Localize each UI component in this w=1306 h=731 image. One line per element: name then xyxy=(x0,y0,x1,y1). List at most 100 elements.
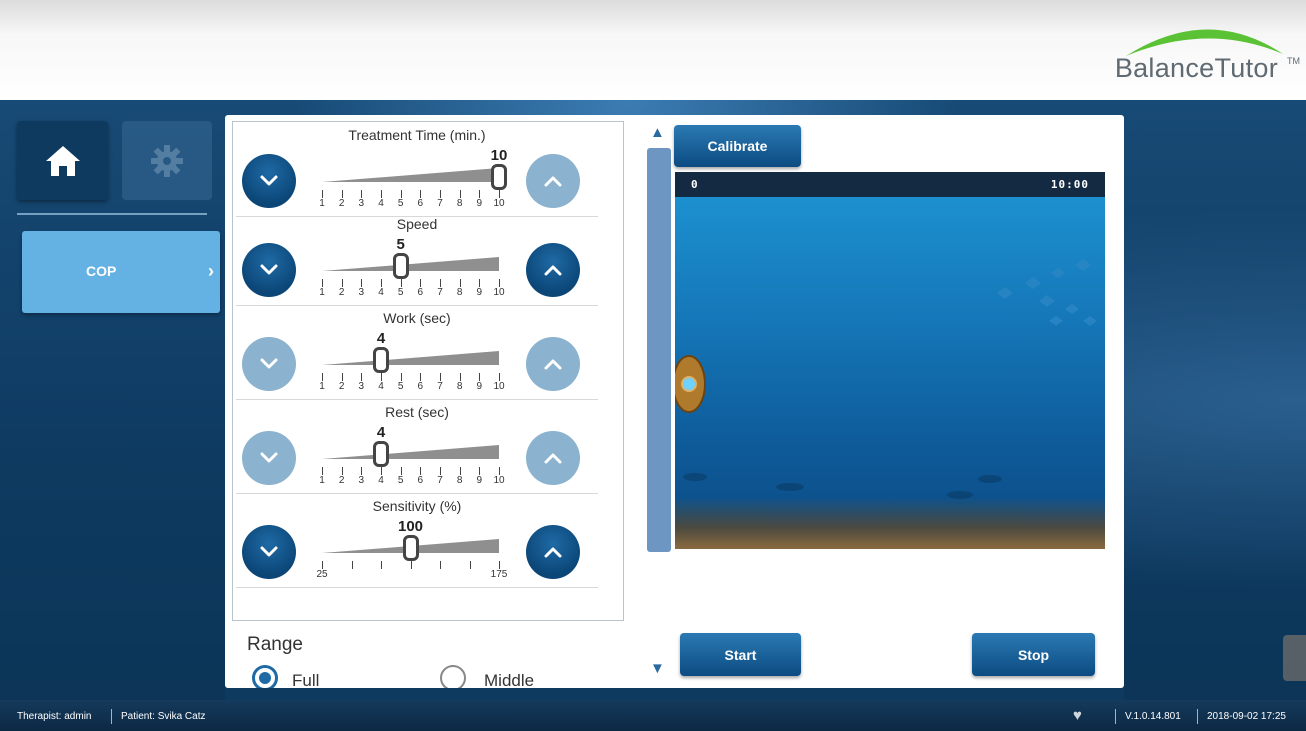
tick-mark xyxy=(479,279,481,287)
stop-button[interactable]: Stop xyxy=(972,633,1095,676)
decrease-button[interactable] xyxy=(242,154,296,208)
sidebar-item-label: COP xyxy=(86,263,117,279)
tick-mark xyxy=(479,467,481,475)
param-title: Sensitivity (%) xyxy=(372,498,462,514)
datetime-label: 2018-09-02 17:25 xyxy=(1207,711,1286,722)
increase-button[interactable] xyxy=(526,431,580,485)
version-label: V.1.0.14.801 xyxy=(1125,711,1181,722)
tick-mark xyxy=(459,373,461,381)
param-value: 10 xyxy=(490,147,508,164)
home-button[interactable] xyxy=(17,121,108,200)
game-hud: 0 10:00 xyxy=(675,172,1105,197)
tick-label: 1 xyxy=(319,475,325,486)
slider-track[interactable] xyxy=(322,253,499,275)
increase-button[interactable] xyxy=(526,243,580,297)
tick-label: 9 xyxy=(476,198,483,209)
start-button[interactable]: Start xyxy=(680,633,801,676)
sidebar-item-cop[interactable]: COP › xyxy=(22,231,220,313)
slider-thumb[interactable] xyxy=(392,253,409,279)
tick-mark xyxy=(499,561,500,569)
chevron-down-icon xyxy=(260,452,278,463)
game-score: 0 xyxy=(691,178,698,191)
tick-mark xyxy=(400,279,402,287)
tick-mark xyxy=(499,190,500,198)
status-separator xyxy=(1197,709,1198,724)
game-view: 0 10:00 xyxy=(675,172,1105,549)
chevron-down-icon xyxy=(260,546,278,557)
tick-mark xyxy=(381,467,382,475)
chevron-up-icon xyxy=(544,265,562,276)
tick-label: 9 xyxy=(476,381,483,392)
scrollbar[interactable] xyxy=(647,148,671,552)
panel-bottom-edge xyxy=(225,688,1124,700)
increase-button[interactable] xyxy=(526,337,580,391)
chevron-up-icon xyxy=(544,453,562,464)
tick-mark xyxy=(361,373,363,381)
seabed xyxy=(675,497,1105,549)
slider-track[interactable] xyxy=(322,347,499,369)
param-row: Treatment Time (min.) 10 1 2 3 4 5 6 7 8 9 10 xyxy=(236,123,598,217)
logo-text: BalanceTutor xyxy=(1114,53,1278,83)
tick-label: 6 xyxy=(417,198,424,209)
tick-mark xyxy=(440,190,441,198)
tick-label: 4 xyxy=(378,198,384,209)
triangle-up-icon[interactable]: ▲ xyxy=(650,124,665,141)
sidebar-divider xyxy=(17,213,207,215)
decrease-button[interactable] xyxy=(242,337,296,391)
tick-mark xyxy=(420,373,422,381)
param-value: 4 xyxy=(376,424,386,441)
tick-mark xyxy=(440,467,441,475)
tick-mark xyxy=(341,373,343,381)
slider-ticks: 1 2 3 4 5 6 7 8 9 10 xyxy=(319,467,505,487)
tick-mark xyxy=(420,190,422,198)
param-title: Rest (sec) xyxy=(385,404,449,420)
tick-mark xyxy=(322,561,323,569)
heart-icon[interactable]: ♥ xyxy=(1073,708,1082,723)
slider-thumb[interactable] xyxy=(402,535,419,561)
increase-button[interactable] xyxy=(526,154,580,208)
tick-label: 25 xyxy=(316,569,328,580)
range-title: Range xyxy=(247,634,303,655)
status-separator xyxy=(1115,709,1116,724)
slider-ticks: 1 2 3 4 5 6 7 8 9 10 xyxy=(319,279,505,299)
tick-mark xyxy=(381,190,382,198)
decrease-button[interactable] xyxy=(242,525,296,579)
tick-label: 2 xyxy=(338,381,345,392)
slider-ticks: 1 2 3 4 5 6 7 8 9 10 xyxy=(319,190,505,210)
side-tab-handle[interactable] xyxy=(1283,635,1306,681)
tick-mark xyxy=(322,190,323,198)
slider-thumb[interactable] xyxy=(372,441,389,467)
tick-label: 10 xyxy=(493,287,505,298)
param-title: Treatment Time (min.) xyxy=(348,127,486,143)
calibrate-button[interactable]: Calibrate xyxy=(674,125,801,167)
tick-mark xyxy=(499,373,500,381)
tick-mark xyxy=(361,467,363,475)
tick-label: 9 xyxy=(476,475,483,486)
tick-mark xyxy=(322,373,323,381)
param-row: Speed 5 1 2 3 4 5 6 7 8 9 10 xyxy=(236,212,598,306)
settings-button[interactable] xyxy=(122,121,212,200)
increase-button[interactable] xyxy=(526,525,580,579)
tick-mark xyxy=(459,467,461,475)
decrease-button[interactable] xyxy=(242,243,296,297)
tick-label: 5 xyxy=(397,287,404,298)
chevron-up-icon xyxy=(544,547,562,558)
slider-thumb[interactable] xyxy=(372,347,389,373)
slider-thumb[interactable] xyxy=(491,164,507,190)
game-timer: 10:00 xyxy=(1050,178,1089,191)
tick-label: 7 xyxy=(437,287,443,298)
decrease-button[interactable] xyxy=(242,431,296,485)
slider-track[interactable] xyxy=(322,164,499,186)
param-row: Sensitivity (%) 100 25 175 xyxy=(236,494,598,588)
tick-label: 8 xyxy=(456,198,463,209)
tick-mark xyxy=(400,373,402,381)
tick-label: 5 xyxy=(397,198,404,209)
triangle-down-icon[interactable]: ▼ xyxy=(650,660,665,677)
status-bar: Therapist: admin Patient: Svika Catz V.1… xyxy=(0,700,1306,731)
home-icon xyxy=(45,145,80,176)
tick-label: 1 xyxy=(319,287,325,298)
tick-mark xyxy=(341,467,343,475)
slider-track[interactable] xyxy=(322,441,499,463)
top-bar: BalanceTutor TM xyxy=(0,0,1306,100)
tick-label: 3 xyxy=(358,198,365,209)
